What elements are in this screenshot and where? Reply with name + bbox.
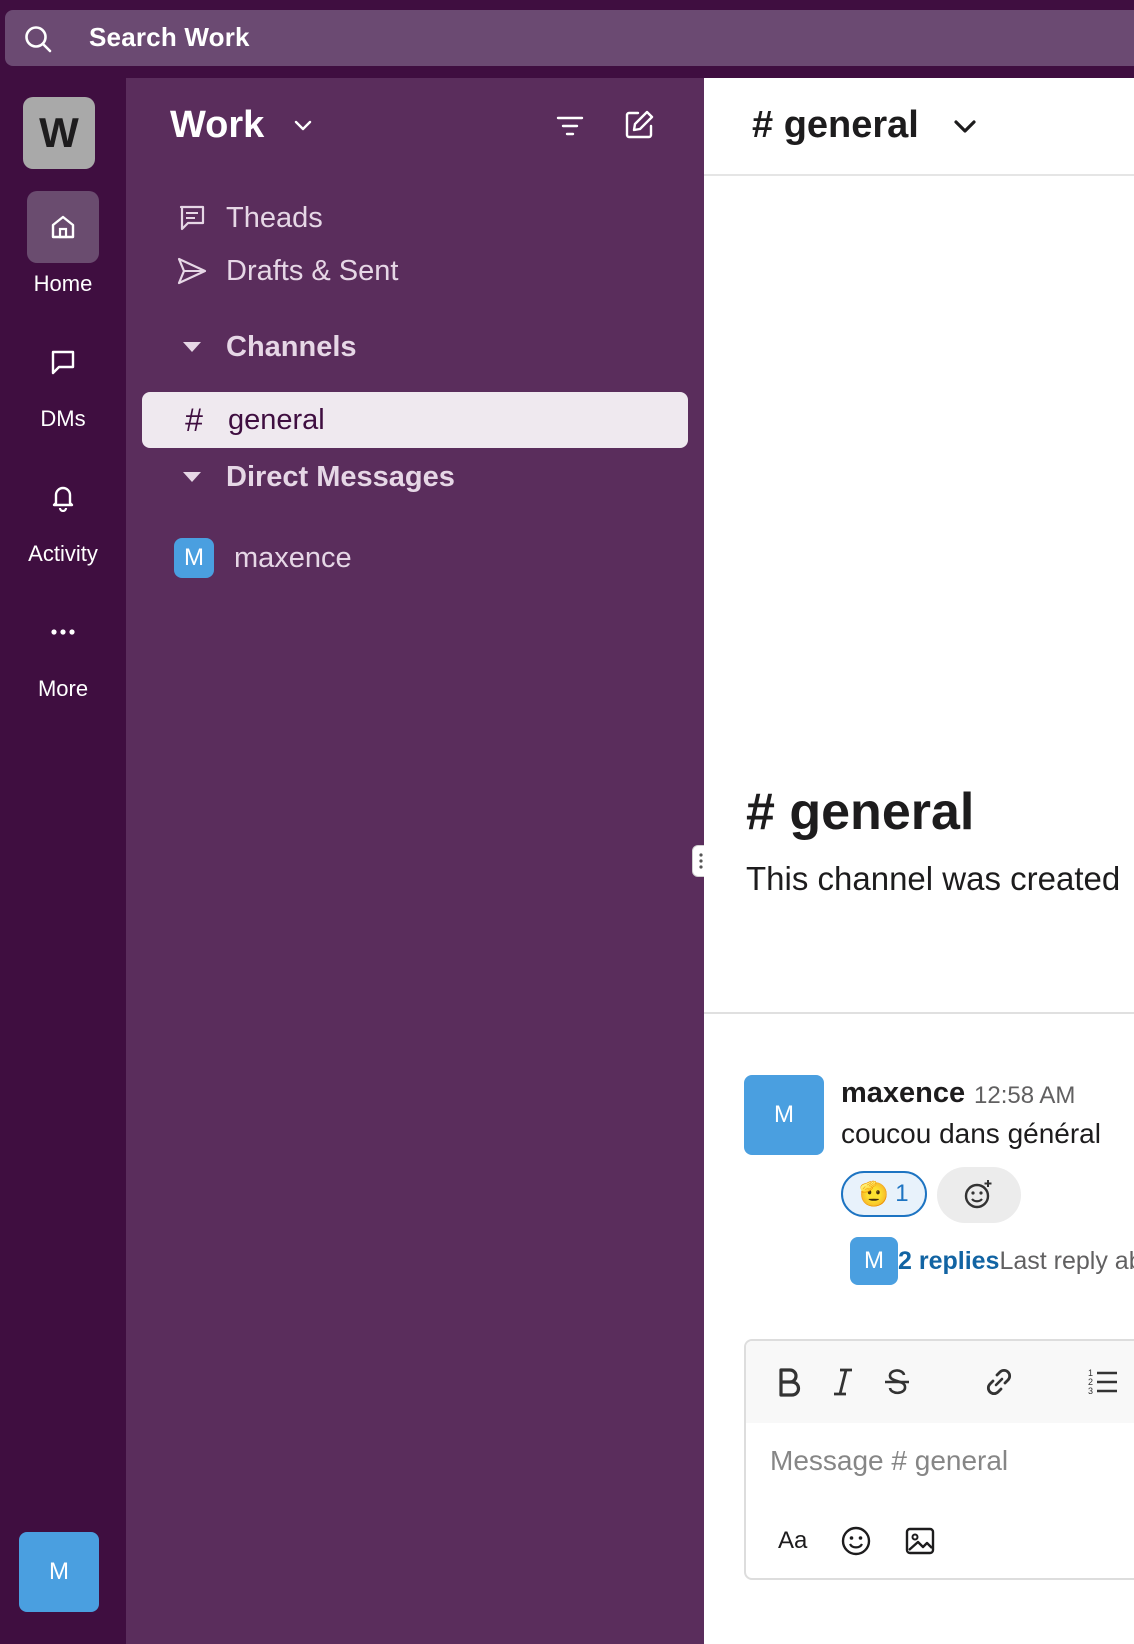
threads-icon [179, 205, 205, 231]
channel-intro-title: # general [746, 783, 975, 841]
sidebar-item-threads-label: Theads [226, 201, 323, 234]
rail-label-home: Home [33, 271, 93, 296]
dms-section-label: Direct Messages [226, 460, 455, 493]
italic-icon[interactable] [826, 1365, 860, 1399]
chat-bubble-icon [51, 350, 75, 375]
bold-icon[interactable] [772, 1365, 806, 1399]
workspace-rail: W Home DMs Activity More M [0, 78, 126, 1644]
format-toggle-button[interactable]: Aa [778, 1521, 807, 1561]
thread-replies[interactable]: M 2 replies Last reply ab [850, 1237, 1134, 1285]
search-icon [25, 26, 52, 53]
composer-toolbar: 123 [746, 1341, 1134, 1423]
sidebar-item-drafts-label: Drafts & Sent [226, 254, 399, 287]
add-reaction-button[interactable] [937, 1167, 1021, 1223]
channel-name: general [228, 403, 325, 436]
divider [704, 1012, 1134, 1014]
emoji-icon [841, 1526, 871, 1556]
channels-section-header[interactable]: Channels [176, 327, 357, 367]
emoji-button[interactable] [840, 1521, 872, 1561]
message-input[interactable]: Message # general [770, 1445, 1008, 1477]
rail-item-dms[interactable]: DMs [0, 326, 126, 432]
top-bar: Search Work [0, 0, 1134, 78]
reply-count-link[interactable]: 2 replies [898, 1247, 999, 1276]
filter-icon[interactable] [554, 110, 586, 142]
more-dots-icon [51, 629, 75, 635]
reaction-pill[interactable]: 🫡 1 [841, 1171, 927, 1217]
chevron-down-icon[interactable] [950, 112, 980, 142]
chevron-down-icon[interactable] [290, 112, 316, 138]
reaction-count: 1 [895, 1180, 909, 1207]
home-icon [51, 215, 75, 239]
dm-name: maxence [234, 541, 352, 574]
send-icon [177, 257, 207, 285]
rail-item-home[interactable]: Home [0, 191, 126, 297]
link-icon[interactable] [982, 1365, 1016, 1399]
channel-title[interactable]: # general [752, 104, 919, 147]
bell-icon [52, 486, 74, 512]
message-timestamp[interactable]: 12:58 AM [974, 1082, 1075, 1110]
workspace-switcher[interactable]: W [23, 97, 95, 169]
dms-section-header[interactable]: Direct Messages [176, 457, 455, 497]
last-reply-label: Last reply ab [999, 1246, 1134, 1275]
caret-down-icon [183, 342, 201, 352]
message-author[interactable]: maxence [841, 1077, 965, 1110]
hash-icon: # [185, 401, 203, 438]
user-avatar[interactable]: M [19, 1532, 99, 1612]
channels-section-label: Channels [226, 330, 357, 363]
sidebar-item-dm-maxence[interactable]: M maxence [174, 536, 352, 580]
compose-icon[interactable] [622, 108, 656, 142]
avatar: M [174, 538, 214, 578]
sidebar-item-channel-general[interactable]: # general [142, 392, 688, 448]
channel-header: # general [704, 78, 1134, 176]
channel-intro-text: This channel was created [746, 860, 1121, 897]
avatar[interactable]: M [744, 1075, 824, 1155]
attach-image-button[interactable] [904, 1521, 936, 1561]
rail-label-activity: Activity [28, 541, 98, 566]
channel-sidebar: Work Theads Drafts & Sent Channels # gen… [126, 78, 704, 1644]
add-emoji-icon [964, 1180, 992, 1209]
avatar: M [850, 1237, 898, 1285]
reaction-emoji: 🫡 [859, 1180, 890, 1208]
message-text: coucou dans général [841, 1118, 1101, 1149]
rail-item-more[interactable]: More [0, 596, 126, 702]
svg-text:3: 3 [1088, 1386, 1093, 1396]
rail-label-dms: DMs [40, 406, 86, 431]
search-label: Search Work [89, 22, 250, 52]
rail-label-more: More [37, 676, 89, 701]
sidebar-item-threads[interactable]: Theads [176, 198, 323, 238]
sidebar-item-drafts[interactable]: Drafts & Sent [176, 251, 398, 291]
channel-view: # general # general This channel was cre… [704, 78, 1134, 1644]
caret-down-icon [183, 472, 201, 482]
message-composer[interactable]: 123 Message # general Aa [744, 1339, 1134, 1580]
ordered-list-icon[interactable]: 123 [1086, 1365, 1120, 1399]
rail-item-activity[interactable]: Activity [0, 461, 126, 567]
workspace-name[interactable]: Work [170, 104, 264, 147]
strikethrough-icon[interactable] [880, 1365, 914, 1399]
image-icon [905, 1527, 935, 1555]
search-bar[interactable]: Search Work [5, 10, 1134, 66]
